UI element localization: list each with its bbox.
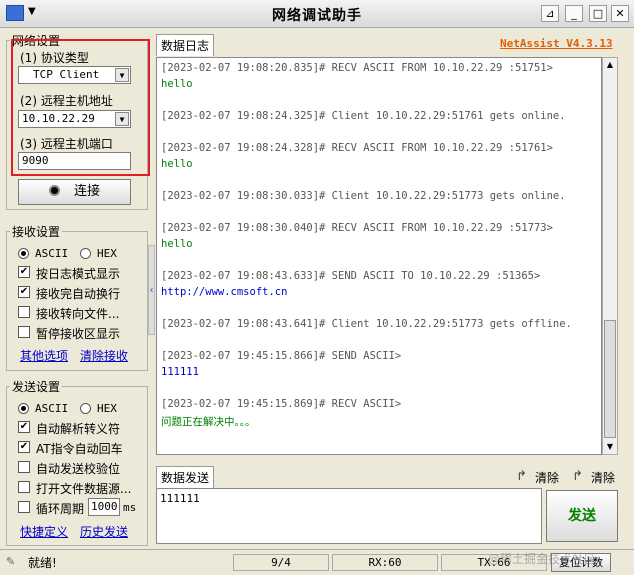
log-line: hello: [161, 78, 193, 90]
send-ascii-radio[interactable]: [18, 403, 29, 414]
close-button[interactable]: ✕: [611, 5, 629, 22]
scroll-down-icon[interactable]: ▼: [603, 440, 617, 454]
tab-data-log[interactable]: 数据日志: [156, 34, 215, 56]
send-button[interactable]: 发送: [546, 490, 618, 542]
send-hex-radio[interactable]: [80, 403, 91, 414]
receive-ascii-radio[interactable]: [18, 248, 29, 259]
scroll-up-icon[interactable]: ▲: [603, 58, 617, 72]
tab-data-send[interactable]: 数据发送: [156, 466, 215, 488]
log-line: 111111: [161, 366, 199, 378]
log-line: hello: [161, 158, 193, 170]
log-line: [2023-02-07 19:45:15.869]# RECV ASCII>: [161, 398, 402, 410]
pause-display-checkbox[interactable]: [18, 326, 30, 338]
at-auto-enter-checkbox[interactable]: ✔: [18, 441, 30, 453]
status-bar: ✎ 就绪! 9/4 RX:60 TX:66 复位计数 @稀土掘金技术社区: [0, 549, 634, 575]
receive-settings-title: 接收设置: [10, 223, 63, 240]
title-bar: ▼ 网络调试助手 ⊿ _ □ ✕: [0, 0, 634, 28]
log-line: [2023-02-07 19:08:24.328]# RECV ASCII FR…: [161, 142, 553, 154]
receive-hex-radio[interactable]: [80, 248, 91, 259]
pause-display-label: 暂停接收区显示: [36, 327, 121, 341]
connect-button[interactable]: 连接: [18, 179, 131, 205]
clear-all-button[interactable]: 清除: [591, 469, 615, 486]
maximize-button[interactable]: □: [589, 5, 607, 22]
auto-newline-label: 接收完自动换行: [36, 287, 121, 301]
other-options-link[interactable]: 其他选项: [20, 347, 68, 364]
connection-status-icon: [48, 185, 60, 196]
receive-ascii-label: ASCII: [35, 247, 69, 260]
receive-to-file-label: 接收转向文件...: [36, 307, 120, 321]
log-line: 问题正在解决中。。。: [161, 416, 256, 428]
connect-label: 连接: [73, 184, 100, 199]
clear-all-icon[interactable]: ↱: [572, 469, 583, 484]
loop-period-unit: ms: [123, 501, 137, 514]
watermark: @稀土掘金技术社区: [488, 552, 597, 566]
clear-send-icon[interactable]: ↱: [516, 469, 527, 484]
log-line: [2023-02-07 19:08:20.835]# RECV ASCII FR…: [161, 62, 553, 74]
log-mode-checkbox[interactable]: ✔: [18, 266, 30, 278]
log-line: [2023-02-07 19:08:30.040]# RECV ASCII FR…: [161, 222, 553, 234]
minimize-button[interactable]: _: [565, 5, 583, 22]
receive-hex-label: HEX: [97, 247, 117, 260]
auto-checksum-checkbox[interactable]: [18, 461, 30, 473]
at-auto-enter-label: AT指令自动回车: [36, 442, 123, 456]
escape-parse-checkbox[interactable]: ✔: [18, 421, 30, 433]
receive-log[interactable]: [2023-02-07 19:08:20.835]# RECV ASCII FR…: [156, 57, 602, 455]
send-settings-title: 发送设置: [10, 378, 63, 395]
receive-to-file-checkbox[interactable]: [18, 306, 30, 318]
window-title: 网络调试助手: [272, 8, 362, 24]
loop-period-checkbox[interactable]: [18, 501, 30, 513]
scroll-thumb[interactable]: [604, 320, 616, 438]
status-ready: 就绪!: [28, 556, 57, 570]
status-icon: ✎: [6, 555, 16, 568]
log-line: [2023-02-07 19:08:30.033]# Client 10.10.…: [161, 190, 566, 202]
send-textarea[interactable]: 111111: [156, 488, 542, 544]
loop-period-label: 循环周期: [36, 502, 85, 516]
file-source-label: 打开文件数据源...: [36, 482, 132, 496]
status-rx: RX:60: [332, 554, 438, 571]
clear-receive-link[interactable]: 清除接收: [80, 347, 128, 364]
auto-newline-checkbox[interactable]: ✔: [18, 286, 30, 298]
status-count: 9/4: [233, 554, 329, 571]
log-line: [2023-02-07 19:08:43.641]# Client 10.10.…: [161, 318, 572, 330]
send-hex-label: HEX: [97, 402, 117, 415]
file-source-checkbox[interactable]: [18, 481, 30, 493]
quick-define-link[interactable]: 快捷定义: [20, 523, 68, 540]
log-scrollbar[interactable]: ▲ ▼: [602, 57, 618, 455]
loop-period-input[interactable]: 1000: [88, 498, 120, 516]
clear-send-button[interactable]: 清除: [535, 469, 559, 486]
log-line: [2023-02-07 19:08:43.633]# SEND ASCII TO…: [161, 270, 541, 282]
escape-parse-label: 自动解析转义符: [36, 422, 121, 436]
collapse-panel-handle[interactable]: ‹: [148, 245, 155, 335]
send-ascii-label: ASCII: [35, 402, 69, 415]
log-line: [2023-02-07 19:08:24.325]# Client 10.10.…: [161, 110, 566, 122]
brand-link[interactable]: NetAssist V4.3.13: [500, 37, 613, 50]
log-line: [2023-02-07 19:45:15.866]# SEND ASCII>: [161, 350, 402, 362]
auto-checksum-label: 自动发送校验位: [36, 462, 121, 476]
pin-icon[interactable]: ⊿: [541, 5, 559, 22]
send-history-link[interactable]: 历史发送: [80, 523, 128, 540]
log-line: hello: [161, 238, 193, 250]
highlight-annotation: [11, 39, 150, 176]
log-mode-label: 按日志模式显示: [36, 267, 121, 281]
log-line: http://www.cmsoft.cn: [161, 286, 288, 298]
